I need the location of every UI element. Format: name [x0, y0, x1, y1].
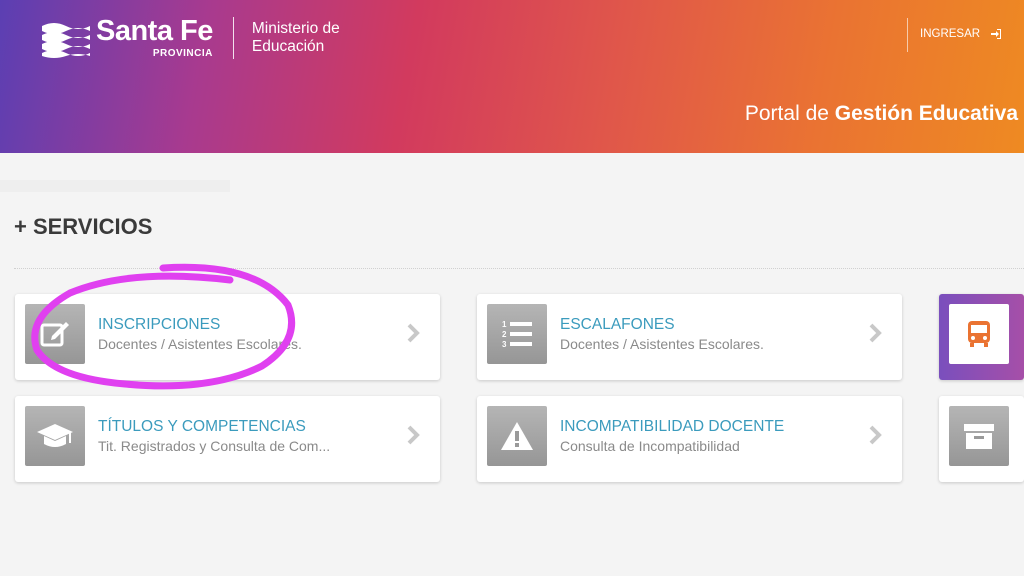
chevron-right-icon [407, 425, 420, 445]
section-title: + SERVICIOS [14, 214, 153, 239]
chevron-right-icon [869, 323, 882, 343]
card-icon-box [949, 304, 1009, 364]
login-divider [907, 18, 908, 52]
logo-title: Santa Fe [96, 15, 213, 47]
svg-text:1: 1 [502, 320, 507, 329]
chevron-right-icon [869, 425, 882, 445]
graduation-cap-icon [37, 424, 73, 447]
santa-fe-logo[interactable]: Santa Fe PROVINCIA Ministerio de Educaci… [40, 16, 340, 60]
card-icon-box [487, 406, 547, 466]
numbered-list-icon: 1 2 3 [502, 320, 532, 349]
login-label: INGRESAR [920, 28, 981, 40]
portal-title-prefix: Portal de [744, 102, 829, 125]
portal-title-bold: Gestión Educativa [834, 102, 1018, 125]
card-icon-box [949, 406, 1009, 466]
service-card-incompatibilidad[interactable]: INCOMPATIBILIDAD DOCENTE Consulta de Inc… [477, 396, 902, 482]
ministry-name: Ministerio de Educación [252, 20, 340, 56]
ministry-line-1: Ministerio de [251, 20, 340, 37]
logo-divider [232, 17, 234, 59]
archive-box-icon [964, 424, 994, 449]
faint-breadcrumb-bar [0, 180, 230, 192]
card-title: ESCALAFONES [560, 316, 675, 333]
sign-in-icon [991, 29, 1002, 39]
edit-icon [40, 322, 69, 347]
service-card-inscripciones[interactable]: INSCRIPCIONES Docentes / Asistentes Esco… [15, 294, 440, 380]
svg-text:2: 2 [502, 330, 507, 339]
service-card-escalafones[interactable]: 1 2 3 ESCALAFONES Docentes / Asistentes … [477, 294, 902, 380]
svg-text:3: 3 [502, 340, 507, 349]
card-title: INSCRIPCIONES [98, 316, 221, 333]
chevron-right-icon [407, 323, 420, 343]
card-icon-box [25, 406, 85, 466]
login-button[interactable]: INGRESAR [920, 28, 1002, 40]
card-icon-box: 1 2 3 [487, 304, 547, 364]
service-card-archivo[interactable] [939, 396, 1024, 482]
ministry-line-2: Educación [251, 38, 325, 55]
card-description: Tit. Registrados y Consulta de Com... [98, 438, 331, 454]
warning-icon [501, 422, 533, 450]
logo-subtitle: PROVINCIA [152, 48, 213, 59]
service-card-titulos[interactable]: TÍTULOS Y COMPETENCIAS Tit. Registrados … [15, 396, 440, 482]
bus-icon [968, 321, 990, 347]
section-divider [14, 268, 1024, 269]
service-card-transporte[interactable] [939, 294, 1024, 380]
card-description: Docentes / Asistentes Escolares. [560, 336, 764, 352]
card-title: TÍTULOS Y COMPETENCIAS [98, 418, 306, 435]
card-description: Docentes / Asistentes Escolares. [98, 336, 302, 352]
card-title: INCOMPATIBILIDAD DOCENTE [560, 418, 785, 435]
card-icon-box [25, 304, 85, 364]
site-header: Santa Fe PROVINCIA Ministerio de Educaci… [0, 0, 1024, 153]
santa-fe-flag-icon [42, 23, 90, 58]
card-description: Consulta de Incompatibilidad [560, 438, 740, 454]
portal-title: Portal de Gestión Educativa [745, 102, 1018, 126]
